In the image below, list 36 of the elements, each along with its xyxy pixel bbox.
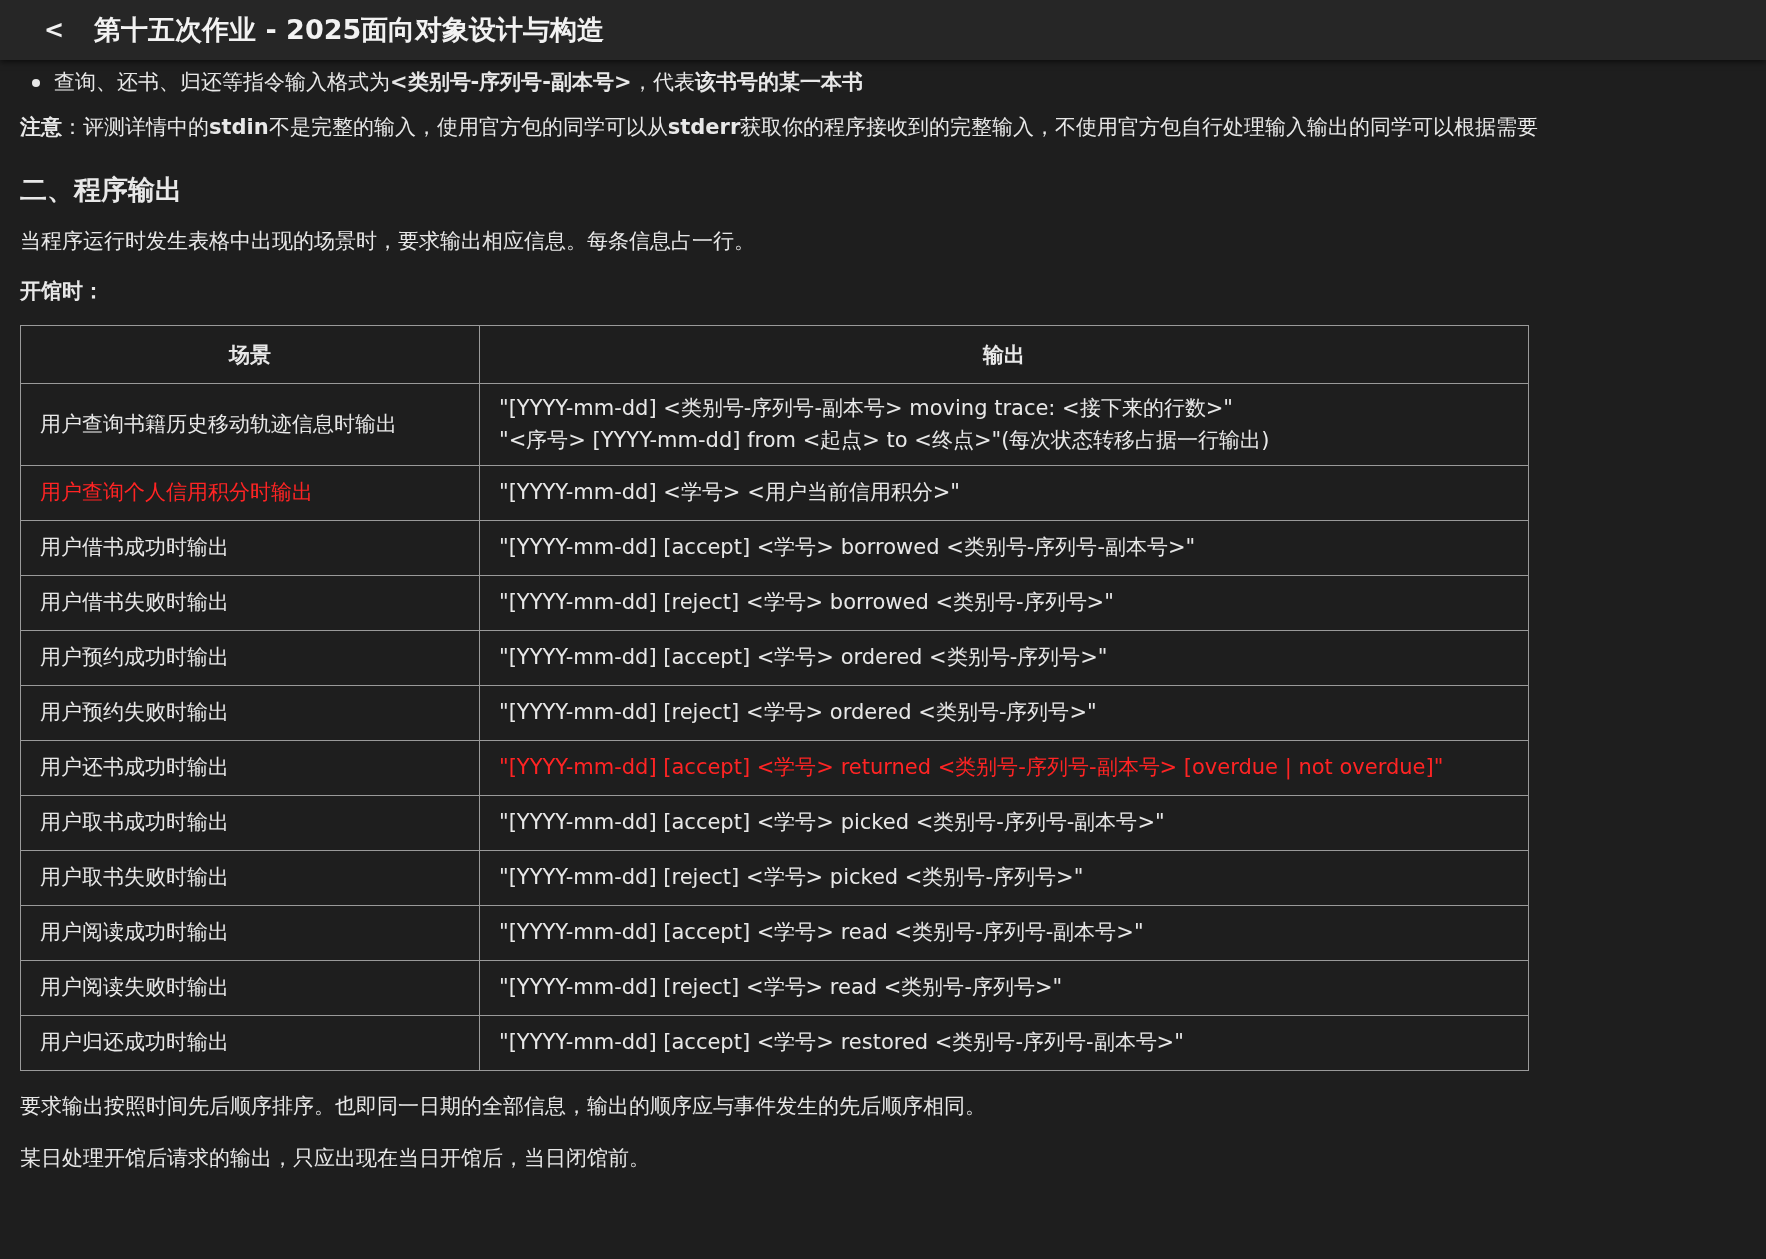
output-cell: "[YYYY-mm-dd] [accept] <学号> restored <类别号-序列号-副本号>" bbox=[479, 1015, 1529, 1071]
output-cell: "[YYYY-mm-dd] [accept] <学号> borrowed <类别号-序列号-副本号>" bbox=[479, 520, 1529, 576]
output-cell: "[YYYY-mm-dd] [reject] <学号> borrowed <类别号-序列号>" bbox=[479, 575, 1529, 631]
output-cell: "[YYYY-mm-dd] [reject] <学号> read <类别号-序列号>" bbox=[479, 960, 1529, 1016]
output-cell: "[YYYY-mm-dd] <学号> <用户当前信用积分>" bbox=[479, 465, 1529, 521]
output-cell: "[YYYY-mm-dd] [accept] <学号> returned <类别号-序列号-副本号> [overdue | not overdue]" bbox=[479, 740, 1529, 796]
scene-cell: 用户查询书籍历史移动轨迹信息时输出 bbox=[20, 383, 480, 466]
scene-cell: 用户借书失败时输出 bbox=[20, 575, 480, 631]
back-button[interactable]: < bbox=[44, 16, 65, 44]
scene-cell: 用户预约失败时输出 bbox=[20, 685, 480, 741]
intro-text: 当程序运行时发生表格中出现的场景时，要求输出相应信息。每条信息占一行。 bbox=[20, 227, 756, 255]
page-title: 第十五次作业 - 2025面向对象设计与构造 bbox=[94, 13, 605, 47]
scene-cell: 用户取书失败时输出 bbox=[20, 850, 480, 906]
output-cell: "[YYYY-mm-dd] [accept] <学号> picked <类别号-序列号-副本号>" bbox=[479, 795, 1529, 851]
output-cell: "[YYYY-mm-dd] [accept] <学号> ordered <类别号-序列号>" bbox=[479, 630, 1529, 686]
scene-cell: 用户阅读失败时输出 bbox=[20, 960, 480, 1016]
scene-cell: 用户还书成功时输出 bbox=[20, 740, 480, 796]
scene-cell: 用户查询个人信用积分时输出 bbox=[20, 465, 480, 521]
bullet-icon bbox=[32, 79, 40, 87]
output-cell: "[YYYY-mm-dd] <类别号-序列号-副本号> moving trace: <接下来的行数>" "<序号> [YYYY-mm-dd] from <起点> to <终点>"(每次状态转移占据一行输出) bbox=[479, 383, 1529, 466]
output-cell: "[YYYY-mm-dd] [reject] <学号> ordered <类别号-序列号>" bbox=[479, 685, 1529, 741]
scene-cell: 用户阅读成功时输出 bbox=[20, 905, 480, 961]
scene-cell: 用户取书成功时输出 bbox=[20, 795, 480, 851]
section-heading: 二、程序输出 bbox=[20, 172, 183, 207]
scene-cell: 用户预约成功时输出 bbox=[20, 630, 480, 686]
output-cell: "[YYYY-mm-dd] [accept] <学号> read <类别号-序列号-副本号>" bbox=[479, 905, 1529, 961]
note-text: 注意：评测详情中的stdin不是完整的输入，使用官方包的同学可以从stderr获取你的程序接收到的完整输入，不使用官方包自行处理输入输出的同学可以根据需要 bbox=[20, 114, 1540, 141]
body-paragraph: 某日处理开馆后请求的输出，只应出现在当日开馆后，当日闭馆前。 bbox=[20, 1144, 651, 1172]
bullet-text: 查询、还书、归还等指令输入格式为<类别号-序列号-副本号>，代表该书号的某一本书 bbox=[54, 69, 863, 97]
column-header: 输出 bbox=[479, 325, 1529, 384]
column-header: 场景 bbox=[20, 325, 480, 384]
body-paragraph: 要求输出按照时间先后顺序排序。也即同一日期的全部信息，输出的顺序应与事件发生的先后顺序相同。 bbox=[20, 1093, 987, 1120]
scene-cell: 用户归还成功时输出 bbox=[20, 1015, 480, 1071]
scene-cell: 用户借书成功时输出 bbox=[20, 520, 480, 576]
subheading: 开馆时： bbox=[20, 278, 105, 305]
output-cell: "[YYYY-mm-dd] [reject] <学号> picked <类别号-序列号>" bbox=[479, 850, 1529, 906]
